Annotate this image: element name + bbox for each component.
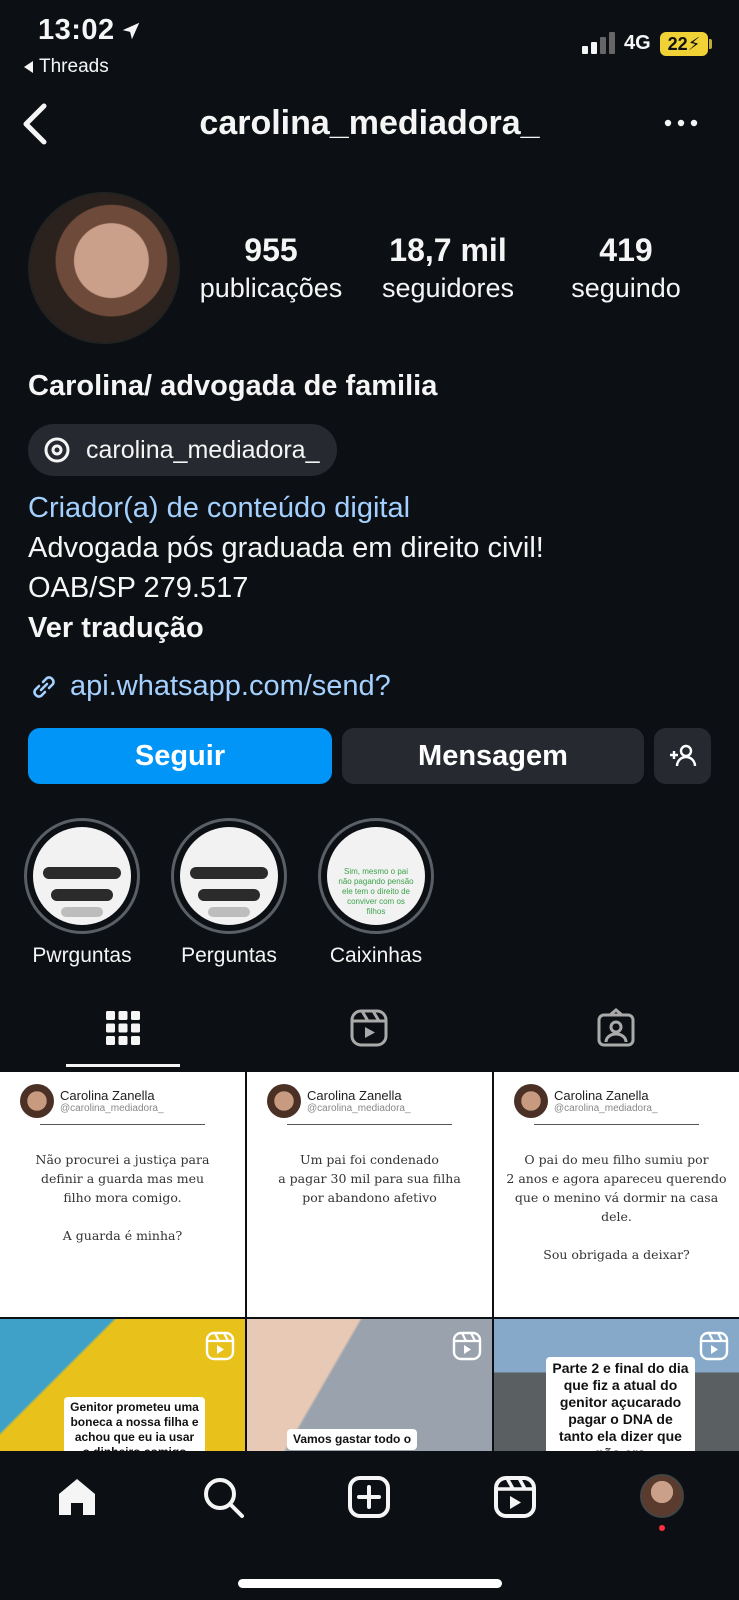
nav-search[interactable] bbox=[200, 1474, 250, 1524]
reel-caption: Vamos gastar todo o bbox=[287, 1429, 418, 1450]
highlight-item[interactable]: Pwrguntas bbox=[24, 818, 140, 968]
nav-create[interactable] bbox=[346, 1474, 396, 1524]
reel-badge-icon bbox=[452, 1331, 482, 1361]
post-divider bbox=[40, 1124, 205, 1125]
post-text: Um pai foi condenado a pagar 30 mil para… bbox=[278, 1152, 461, 1205]
highlight-label: Perguntas bbox=[181, 944, 277, 967]
post-author: Carolina Zanella @carolina_mediadora_ bbox=[554, 1088, 658, 1114]
battery-tip bbox=[709, 39, 712, 49]
stat-following-value: 419 bbox=[599, 232, 653, 268]
home-icon bbox=[59, 1479, 95, 1515]
link-icon bbox=[33, 675, 55, 698]
profile-name: Carolina/ advogada de familia bbox=[28, 370, 438, 402]
more-options-icon[interactable] bbox=[664, 118, 698, 128]
grid-reel[interactable]: Parte 2 e final do dia que fiz a atual d… bbox=[494, 1319, 739, 1451]
nav-profile-avatar[interactable] bbox=[640, 1474, 684, 1518]
search-icon bbox=[204, 1478, 244, 1518]
threads-badge[interactable]: carolina_mediadora_ bbox=[28, 424, 338, 476]
profile-category: Criador(a) de conteúdo digital bbox=[28, 492, 411, 524]
grid-post[interactable]: Carolina Zanella @carolina_mediadora_ Um … bbox=[247, 1072, 492, 1317]
reel-caption: Genitor prometeu uma boneca a nossa filh… bbox=[64, 1397, 205, 1451]
highlight-preview-text: Sim, mesmo o pai não pagando pensão ele … bbox=[338, 867, 414, 916]
post-author-avatar bbox=[20, 1084, 54, 1118]
post-text: O pai do meu filho sumiu por 2 anos e ag… bbox=[506, 1152, 727, 1262]
active-tab-indicator bbox=[66, 1064, 180, 1067]
post-author-name: Carolina Zanella bbox=[554, 1088, 649, 1103]
reel-caption: Parte 2 e final do dia que fiz a atual d… bbox=[546, 1357, 695, 1451]
stat-following-label: seguindo bbox=[571, 273, 681, 303]
profile-username: carolina_mediadora_ bbox=[199, 104, 540, 142]
back-app-label: Threads bbox=[39, 56, 109, 77]
highlight-ring bbox=[171, 818, 287, 934]
post-divider bbox=[534, 1124, 699, 1125]
profile-link-text: api.whatsapp.com/send? bbox=[70, 670, 391, 702]
post-author-handle: @carolina_mediadora_ bbox=[554, 1103, 658, 1114]
post-author-name: Carolina Zanella bbox=[60, 1088, 155, 1103]
profile-avatar[interactable] bbox=[28, 192, 180, 344]
tab-reels[interactable] bbox=[246, 1008, 492, 1070]
threads-icon bbox=[44, 437, 70, 463]
follow-button[interactable]: Seguir bbox=[28, 728, 332, 784]
highlight-ring: Sim, mesmo o pai não pagando pensão ele … bbox=[318, 818, 434, 934]
nav-home[interactable] bbox=[54, 1474, 104, 1524]
reels-icon bbox=[494, 1476, 536, 1518]
stat-posts-label: publicações bbox=[199, 273, 343, 303]
grid-reel[interactable]: Vamos gastar todo o bbox=[247, 1319, 492, 1451]
post-author-avatar bbox=[514, 1084, 548, 1118]
highlight-label: Caixinhas bbox=[329, 944, 423, 967]
stat-followers-value: 18,7 mil bbox=[389, 232, 507, 268]
post-text: Não procurei a justiça para definir a gu… bbox=[35, 1152, 210, 1243]
reel-badge-icon bbox=[699, 1331, 729, 1361]
highlight-cover bbox=[33, 827, 131, 925]
add-person-icon bbox=[669, 744, 696, 767]
back-to-threads[interactable]: Threads bbox=[24, 56, 109, 78]
message-button[interactable]: Mensagem bbox=[342, 728, 644, 784]
reel-badge-icon bbox=[205, 1331, 235, 1361]
threads-handle: carolina_mediadora_ bbox=[86, 435, 320, 464]
tab-posts-grid[interactable] bbox=[0, 1008, 246, 1070]
post-author-handle: @carolina_mediadora_ bbox=[60, 1103, 164, 1114]
grid-post[interactable]: Carolina Zanella @carolina_mediadora_ O p… bbox=[494, 1072, 739, 1317]
battery-icon: 22 ⚡ bbox=[660, 32, 708, 56]
plus-square-icon bbox=[348, 1476, 390, 1518]
location-arrow-icon bbox=[122, 22, 140, 40]
post-author-avatar bbox=[267, 1084, 301, 1118]
post-author-handle: @carolina_mediadora_ bbox=[307, 1103, 411, 1114]
home-indicator bbox=[238, 1579, 502, 1588]
highlight-label: Pwrguntas bbox=[32, 944, 132, 967]
highlight-item[interactable]: Sim, mesmo o pai não pagando pensão ele … bbox=[318, 818, 434, 968]
post-author: Carolina Zanella @carolina_mediadora_ bbox=[60, 1088, 164, 1114]
post-divider bbox=[287, 1124, 452, 1125]
tagged-person-icon bbox=[597, 1008, 635, 1047]
highlight-cover bbox=[180, 827, 278, 925]
stat-followers[interactable]: 18,7 mil seguidores bbox=[368, 232, 528, 304]
nav-reels[interactable] bbox=[492, 1474, 542, 1524]
suggested-users-button[interactable] bbox=[654, 728, 711, 784]
back-triangle-icon bbox=[24, 61, 33, 73]
tab-tagged[interactable] bbox=[493, 1008, 739, 1070]
battery-level: 22 bbox=[667, 33, 688, 54]
stat-posts-value: 955 bbox=[244, 232, 298, 268]
status-time: 13:02 bbox=[38, 14, 115, 46]
network-type: 4G bbox=[624, 32, 651, 54]
stat-following[interactable]: 419 seguindo bbox=[556, 232, 696, 304]
profile-link[interactable]: api.whatsapp.com/send? bbox=[28, 670, 391, 703]
highlight-ring bbox=[24, 818, 140, 934]
highlight-cover: Sim, mesmo o pai não pagando pensão ele … bbox=[327, 827, 425, 925]
grid-reel[interactable]: Genitor prometeu uma boneca a nossa filh… bbox=[0, 1319, 245, 1451]
post-author: Carolina Zanella @carolina_mediadora_ bbox=[307, 1088, 411, 1114]
grid-post[interactable]: Carolina Zanella @carolina_mediadora_ Não… bbox=[0, 1072, 245, 1317]
highlight-item[interactable]: Perguntas bbox=[171, 818, 287, 968]
reels-icon bbox=[350, 1009, 388, 1047]
stat-followers-label: seguidores bbox=[381, 273, 515, 303]
signal-icon bbox=[582, 32, 615, 54]
bio-line-2: OAB/SP 279.517 bbox=[28, 572, 249, 604]
see-translation-link[interactable]: Ver tradução bbox=[28, 612, 204, 645]
stat-posts[interactable]: 955 publicações bbox=[186, 232, 356, 304]
notification-dot bbox=[659, 1525, 665, 1531]
post-author-name: Carolina Zanella bbox=[307, 1088, 402, 1103]
bio-line-1: Advogada pós graduada em direito civil! bbox=[28, 532, 544, 564]
grid-icon bbox=[106, 1011, 140, 1045]
